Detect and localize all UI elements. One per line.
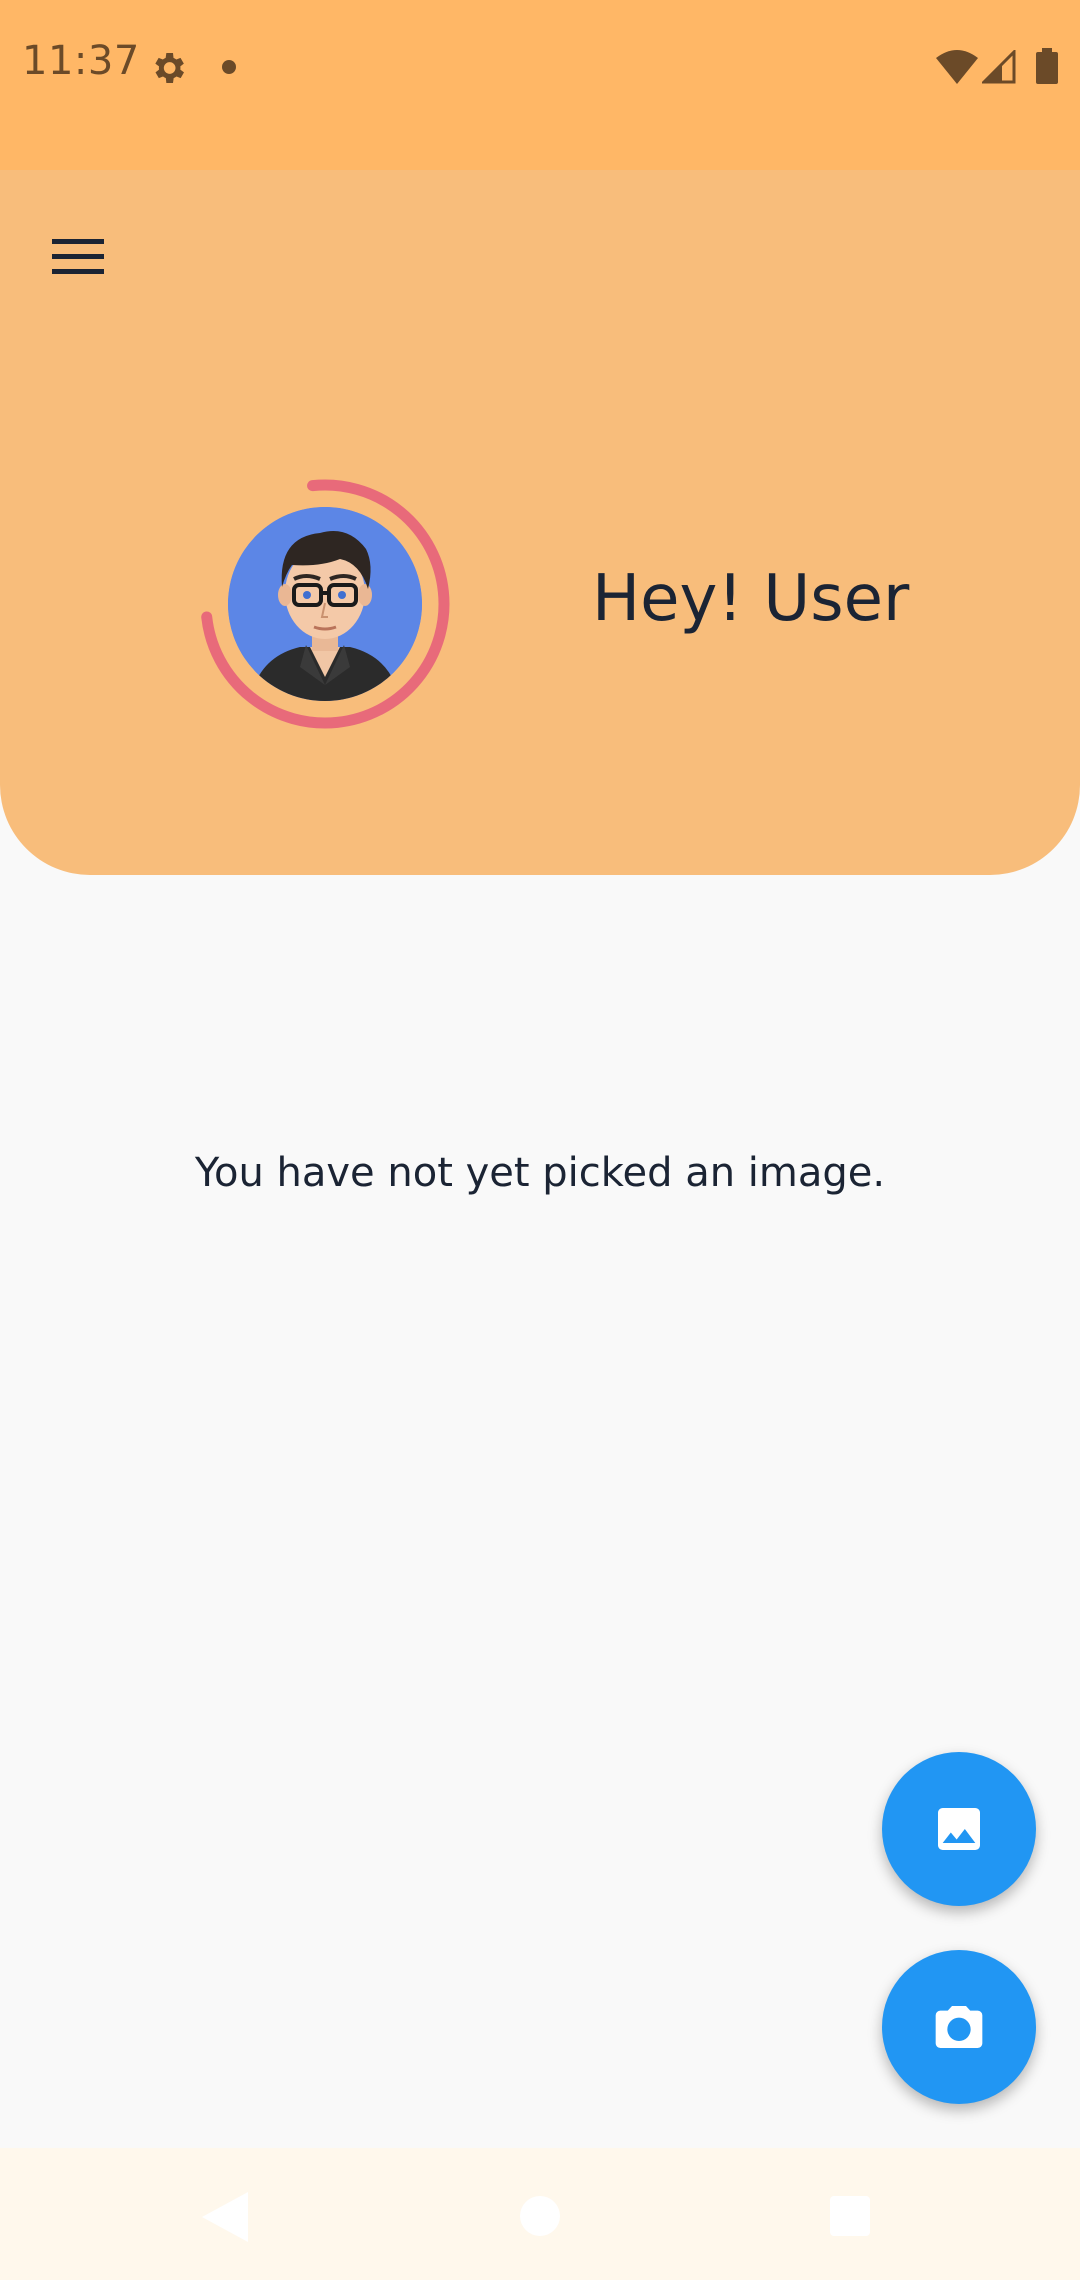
empty-state-message: You have not yet picked an image. <box>194 1150 886 1196</box>
recents-icon[interactable] <box>830 2196 870 2236</box>
wifi-icon <box>936 50 978 84</box>
gear-icon <box>155 53 184 83</box>
avatar-container[interactable] <box>196 475 454 733</box>
app-screen: 11:37 Hey! User You have not yet picked … <box>0 0 1080 2280</box>
system-nav-bar <box>0 2148 1080 2280</box>
take-photo-button[interactable] <box>882 1950 1036 2104</box>
avatar-illustration <box>228 507 422 701</box>
profile-header: Hey! User <box>0 170 1080 875</box>
status-time: 11:37 <box>22 38 140 84</box>
hamburger-menu-icon <box>52 238 104 244</box>
pick-from-gallery-button[interactable] <box>882 1752 1036 1906</box>
greeting-title: Hey! User <box>592 562 910 636</box>
back-icon[interactable] <box>202 2192 248 2242</box>
signal-icon <box>982 50 1016 84</box>
dot-icon <box>222 60 236 74</box>
menu-button[interactable] <box>44 222 112 290</box>
camera-icon <box>935 2006 983 2048</box>
battery-icon <box>1036 48 1058 84</box>
status-bar: 11:37 <box>0 0 1080 170</box>
home-icon[interactable] <box>520 2196 560 2236</box>
user-avatar <box>228 507 422 701</box>
image-icon <box>938 1808 980 1850</box>
